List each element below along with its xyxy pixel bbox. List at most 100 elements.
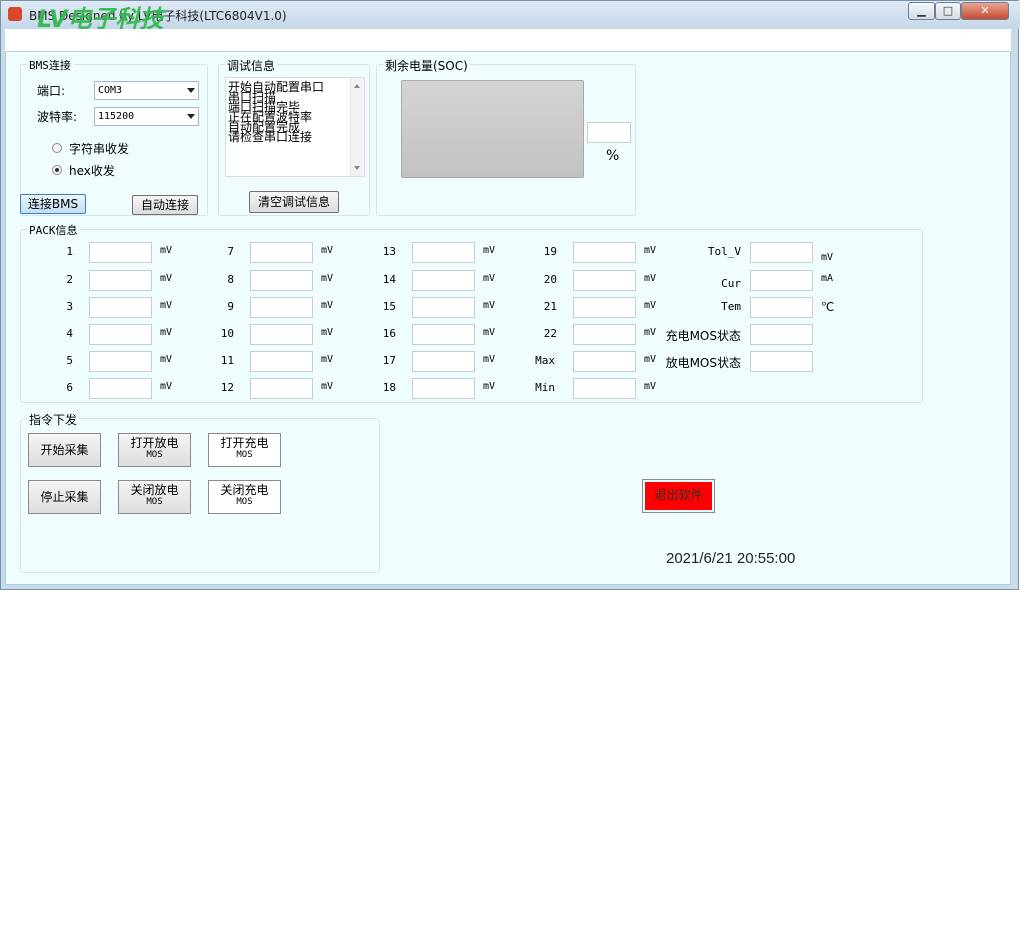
- cell-voltage-field[interactable]: [89, 351, 152, 372]
- cell-voltage-field[interactable]: [89, 378, 152, 399]
- debug-lines: 开始自动配置串口 串口扫描 端口扫描完毕 正在配置波特率 自动配置完成 请检查串口连接: [228, 81, 324, 144]
- cell-voltage-field[interactable]: [412, 297, 475, 318]
- cell-unit-label: mV: [321, 273, 334, 284]
- extra-label: 放电MOS状态: [665, 356, 741, 370]
- auto-connect-button[interactable]: 自动连接: [132, 195, 198, 215]
- radio-hex-mode[interactable]: [52, 165, 62, 175]
- cell-voltage-field[interactable]: [89, 242, 152, 263]
- exit-button[interactable]: 退出软件: [642, 479, 715, 513]
- extra-value-field[interactable]: [750, 324, 813, 345]
- cell-voltage-field[interactable]: [250, 270, 313, 291]
- command-group: 指令下发 开始采集 停止采集 打开放电 MOS 关闭放电 MOS 打开充电 MO…: [20, 411, 380, 573]
- debug-scrollbar[interactable]: [350, 78, 364, 176]
- close-charge-mos-button[interactable]: 关闭充电 MOS: [208, 480, 281, 514]
- cell-unit-label: mV: [160, 354, 173, 365]
- cell-index-label: 18: [382, 381, 396, 394]
- soc-group: 剩余电量(SOC) %: [376, 57, 636, 216]
- connect-bms-button[interactable]: 连接BMS: [20, 194, 86, 214]
- extra-value-field[interactable]: [750, 242, 813, 263]
- clear-debug-button[interactable]: 清空调试信息: [249, 191, 339, 213]
- cell-index-label: 10: [220, 327, 234, 340]
- extra-value-field[interactable]: [750, 297, 813, 318]
- scroll-down-icon[interactable]: [354, 166, 360, 170]
- cell-voltage-field[interactable]: [412, 351, 475, 372]
- bms-connect-label: BMS连接: [27, 57, 73, 73]
- cell-voltage-field[interactable]: [573, 378, 636, 399]
- stop-collect-button[interactable]: 停止采集: [28, 480, 101, 514]
- cell-voltage-field[interactable]: [573, 297, 636, 318]
- cell-voltage-field[interactable]: [412, 324, 475, 345]
- port-value: COM3: [98, 85, 123, 96]
- cell-voltage-field[interactable]: [250, 297, 313, 318]
- datetime-label: 2021/6/21 20:55:00: [666, 550, 796, 567]
- cell-voltage-field[interactable]: [250, 324, 313, 345]
- close-discharge-mos-button[interactable]: 关闭放电 MOS: [118, 480, 191, 514]
- maximize-button[interactable]: □: [935, 2, 961, 20]
- debug-listbox[interactable]: 开始自动配置串口 串口扫描 端口扫描完毕 正在配置波特率 自动配置完成 请检查串口连接: [225, 77, 365, 177]
- cell-index-label: 9: [227, 300, 234, 313]
- cell-voltage-field[interactable]: [412, 378, 475, 399]
- baud-select[interactable]: 115200: [94, 107, 199, 126]
- minimize-button[interactable]: ▁: [908, 2, 935, 20]
- cell-voltage-field[interactable]: [412, 242, 475, 263]
- chevron-down-icon: [187, 114, 195, 119]
- client-area: BMS连接 端口: COM3 波特率: 115200 字符串收发 hex收发 连…: [5, 51, 1011, 585]
- cell-index-label: 15: [382, 300, 396, 313]
- radio-hex-label: hex收发: [69, 164, 115, 178]
- open-discharge-line1: 打开放电: [130, 436, 179, 450]
- start-collect-button[interactable]: 开始采集: [28, 433, 101, 467]
- cell-index-label: 2: [66, 273, 73, 286]
- open-discharge-line2: MOS: [146, 450, 163, 460]
- cell-voltage-field[interactable]: [573, 324, 636, 345]
- debug-label: 调试信息: [225, 57, 278, 74]
- open-discharge-mos-button[interactable]: 打开放电 MOS: [118, 433, 191, 467]
- cell-index-label: 21: [543, 300, 557, 313]
- scroll-up-icon[interactable]: [354, 84, 360, 88]
- cell-voltage-field[interactable]: [250, 378, 313, 399]
- cell-voltage-field[interactable]: [89, 324, 152, 345]
- debug-line: 请检查串口连接: [228, 130, 313, 144]
- cell-voltage-field[interactable]: [573, 242, 636, 263]
- close-button[interactable]: ✕: [961, 2, 1009, 20]
- cell-unit-label: mV: [321, 245, 334, 256]
- close-discharge-line1: 关闭放电: [130, 483, 179, 497]
- extra-label: 充电MOS状态: [665, 329, 741, 343]
- minimize-icon: ▁: [917, 4, 926, 17]
- close-charge-line2: MOS: [236, 497, 253, 507]
- cell-index-label: 3: [66, 300, 73, 313]
- open-charge-mos-button[interactable]: 打开充电 MOS: [208, 433, 281, 467]
- cell-unit-label: mV: [160, 273, 173, 284]
- cell-unit-label: mV: [160, 245, 173, 256]
- soc-progress-bar: [401, 80, 584, 178]
- soc-unit: %: [606, 148, 620, 164]
- extra-value-field[interactable]: [750, 270, 813, 291]
- cell-voltage-field[interactable]: [573, 351, 636, 372]
- cell-unit-label: mV: [160, 381, 173, 392]
- extra-unit-label: mV: [821, 252, 834, 263]
- pack-group: PACK信息 1 mV 2 mV 3 mV 4 mV 5 mV 6 mV 7 mV 8 mV 9 mV 10 mV 11…: [20, 222, 923, 403]
- cell-voltage-field[interactable]: [250, 351, 313, 372]
- extra-value-field[interactable]: [750, 351, 813, 372]
- radio-string-mode[interactable]: [52, 143, 62, 153]
- cell-index-label: Min: [535, 381, 555, 394]
- port-select[interactable]: COM3: [94, 81, 199, 100]
- cell-voltage-field[interactable]: [412, 270, 475, 291]
- cell-voltage-field[interactable]: [250, 242, 313, 263]
- cell-unit-label: mV: [160, 327, 173, 338]
- cell-unit-label: mV: [321, 327, 334, 338]
- cell-index-label: 7: [227, 245, 234, 258]
- soc-value-box[interactable]: [587, 122, 631, 143]
- cell-index-label: 6: [66, 381, 73, 394]
- title-bar[interactable]: BMS Designed by LV电子科技(LTC6804V1.0) LV电子…: [1, 1, 1020, 33]
- cell-voltage-field[interactable]: [89, 297, 152, 318]
- cell-unit-label: mV: [321, 300, 334, 311]
- close-charge-line1: 关闭充电: [220, 483, 269, 497]
- cell-voltage-field[interactable]: [89, 270, 152, 291]
- extra-label: Tem: [721, 300, 741, 313]
- extra-label: Cur: [721, 277, 741, 290]
- cell-voltage-field[interactable]: [573, 270, 636, 291]
- extra-unit-label: ℃: [821, 300, 835, 314]
- maximize-icon: □: [942, 4, 954, 17]
- soc-label: 剩余电量(SOC): [383, 57, 470, 74]
- cell-unit-label: mV: [644, 381, 657, 392]
